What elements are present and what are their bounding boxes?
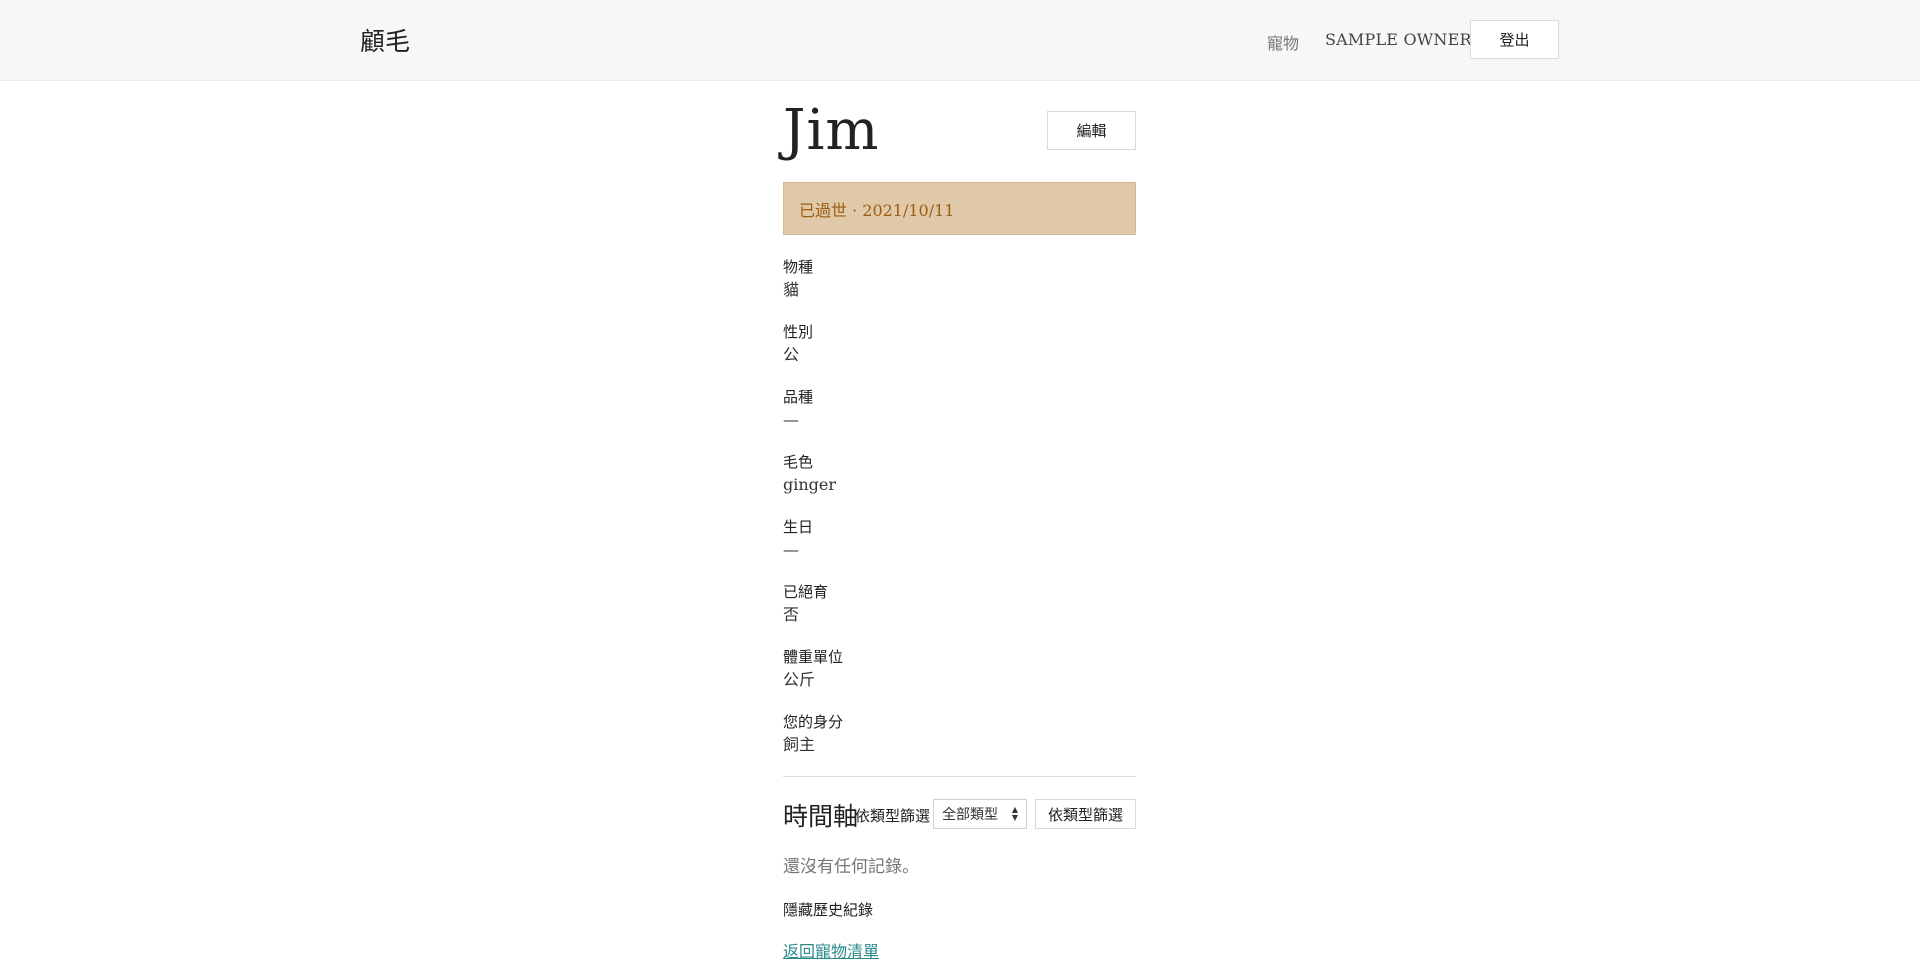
select-arrows-icon: ▲ ▼ — [1011, 805, 1018, 822]
type-filter-select[interactable]: 全部類型 ▲ ▼ — [933, 799, 1027, 829]
logout-button[interactable]: 登出 — [1470, 20, 1559, 59]
field-label: 毛色 — [783, 453, 814, 471]
field-label: 體重單位 — [783, 648, 844, 666]
field-value: — — [783, 540, 799, 559]
field-value: 公 — [783, 345, 800, 364]
field-species: 物種 貓 — [783, 256, 1136, 302]
deceased-text: 已過世 · 2021/10/11 — [799, 200, 955, 220]
deceased-banner: 已過世 · 2021/10/11 — [783, 182, 1136, 235]
field-value: 貓 — [783, 280, 800, 299]
field-value: 否 — [783, 605, 800, 624]
field-sex: 性別 公 — [783, 321, 1136, 367]
field-label: 品種 — [783, 388, 814, 406]
timeline-empty-message: 還沒有任何記錄。 — [783, 857, 919, 877]
field-value: ginger — [783, 475, 837, 494]
field-coat-color: 毛色 ginger — [783, 451, 1136, 497]
brand-logo[interactable]: 顧毛 — [360, 22, 410, 58]
edit-button[interactable]: 編輯 — [1047, 111, 1136, 150]
field-value: 公斤 — [783, 670, 816, 689]
field-breed: 品種 — — [783, 386, 1136, 432]
owner-name[interactable]: SAMPLE OWNER — [1325, 30, 1472, 49]
hide-history-toggle[interactable]: 隱藏歷史紀錄 — [783, 899, 873, 920]
filter-label: 依類型篩選 — [855, 807, 931, 825]
field-label: 您的身分 — [783, 713, 844, 731]
pet-name-title: Jim — [783, 98, 880, 163]
field-label: 已絕育 — [783, 583, 829, 601]
field-label: 性別 — [783, 323, 814, 341]
section-divider — [783, 776, 1136, 777]
top-navbar: 顧毛 寵物 SAMPLE OWNER 登出 — [0, 0, 1920, 81]
field-birthday: 生日 — — [783, 516, 1136, 562]
field-value: — — [783, 410, 799, 429]
field-value: 飼主 — [783, 735, 816, 754]
filter-button[interactable]: 依類型篩選 — [1035, 799, 1136, 829]
field-label: 物種 — [783, 258, 814, 276]
field-your-role: 您的身分 飼主 — [783, 711, 1136, 757]
back-to-pets-link[interactable]: 返回寵物清單 — [783, 938, 879, 962]
filter-selected-value: 全部類型 — [942, 807, 998, 823]
field-weight-unit: 體重單位 公斤 — [783, 646, 1136, 692]
timeline-title: 時間軸 — [783, 802, 859, 831]
field-neutered: 已絕育 否 — [783, 581, 1136, 627]
field-label: 生日 — [783, 518, 814, 536]
nav-link-pets[interactable]: 寵物 — [1267, 30, 1299, 54]
